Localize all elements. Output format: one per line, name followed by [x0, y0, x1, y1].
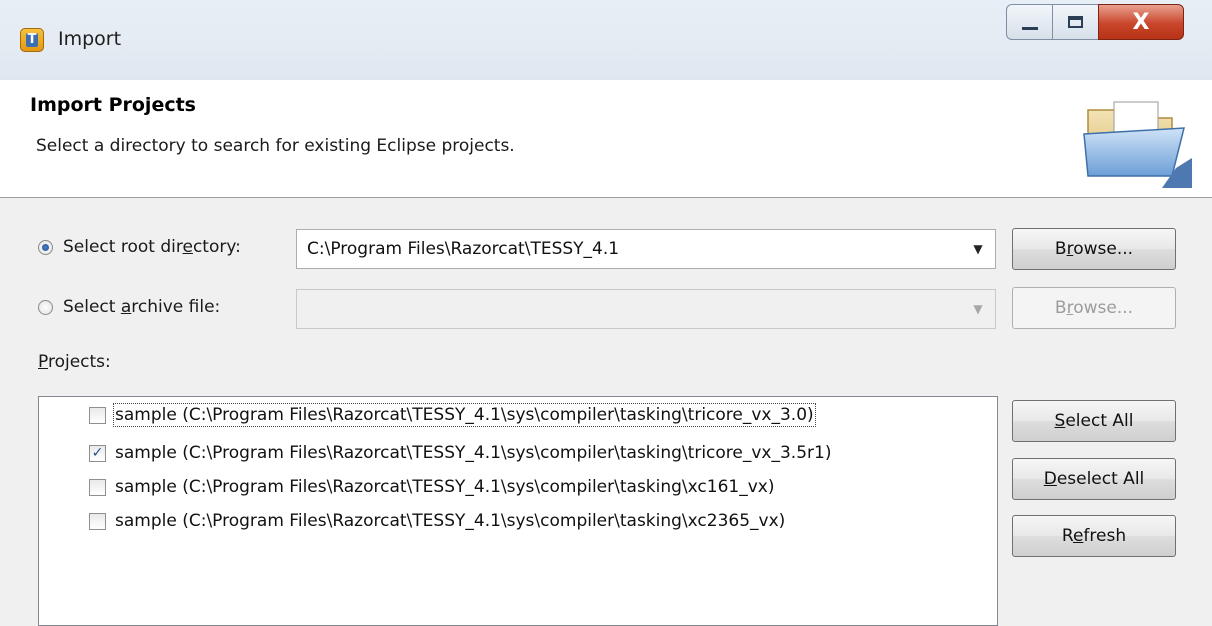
close-button[interactable]: X — [1098, 4, 1184, 40]
caption-buttons: X — [1006, 0, 1184, 44]
maximize-icon — [1068, 16, 1083, 28]
refresh-button[interactable]: Refresh — [1012, 515, 1176, 557]
browse-archive-button: Browse... — [1012, 287, 1176, 329]
project-checkbox[interactable] — [89, 478, 106, 496]
minimize-icon — [1021, 26, 1038, 30]
project-label: sample (C:\Program Files\Razorcat\TESSY_… — [115, 511, 786, 531]
root-directory-value: C:\Program Files\Razorcat\TESSY_4.1 — [307, 239, 620, 259]
projects-label: Projects: — [38, 352, 111, 372]
browse-root-button[interactable]: Browse... — [1012, 228, 1176, 270]
page-description: Select a directory to search for existin… — [36, 136, 515, 156]
root-directory-combo[interactable]: C:\Program Files\Razorcat\TESSY_4.1 ▼ — [296, 229, 996, 269]
chevron-down-icon[interactable]: ▼ — [969, 230, 987, 268]
list-item[interactable]: sample (C:\Program Files\Razorcat\TESSY_… — [89, 400, 816, 430]
deselect-all-button[interactable]: Deselect All — [1012, 458, 1176, 500]
root-directory-option[interactable]: Select root directory: — [38, 237, 241, 257]
project-label: sample (C:\Program Files\Razorcat\TESSY_… — [115, 443, 832, 463]
root-directory-radio[interactable] — [38, 239, 53, 255]
project-label: sample (C:\Program Files\Razorcat\TESSY_… — [115, 477, 775, 497]
archive-file-combo: ▼ — [296, 289, 996, 329]
open-folder-icon — [1083, 101, 1192, 188]
wizard-header: Import Projects Select a directory to se… — [0, 80, 1212, 198]
root-directory-label: Select root directory: — [63, 237, 241, 257]
project-list[interactable]: sample (C:\Program Files\Razorcat\TESSY_… — [38, 396, 998, 626]
chevron-down-icon: ▼ — [973, 302, 983, 316]
list-item[interactable]: sample (C:\Program Files\Razorcat\TESSY_… — [89, 438, 831, 468]
list-item[interactable]: sample (C:\Program Files\Razorcat\TESSY_… — [89, 472, 774, 502]
project-checkbox[interactable] — [89, 512, 106, 530]
archive-file-option[interactable]: Select archive file: — [38, 297, 220, 317]
app-icon-letter: T — [27, 32, 37, 47]
project-checkbox[interactable] — [89, 406, 106, 424]
archive-file-label: Select archive file: — [63, 297, 221, 317]
project-label: sample (C:\Program Files\Razorcat\TESSY_… — [113, 403, 816, 427]
project-checkbox[interactable] — [89, 444, 106, 462]
close-icon: X — [1132, 9, 1150, 35]
window-title: Import — [58, 28, 122, 50]
page-title: Import Projects — [30, 94, 196, 116]
minimize-button[interactable] — [1006, 4, 1052, 40]
list-item[interactable]: sample (C:\Program Files\Razorcat\TESSY_… — [89, 506, 785, 536]
tessy-app-icon: T — [20, 28, 44, 52]
archive-file-radio[interactable] — [38, 299, 53, 315]
title-bar: T Import X — [0, 0, 1212, 81]
select-all-button[interactable]: Select All — [1012, 400, 1176, 442]
maximize-button[interactable] — [1052, 4, 1098, 40]
